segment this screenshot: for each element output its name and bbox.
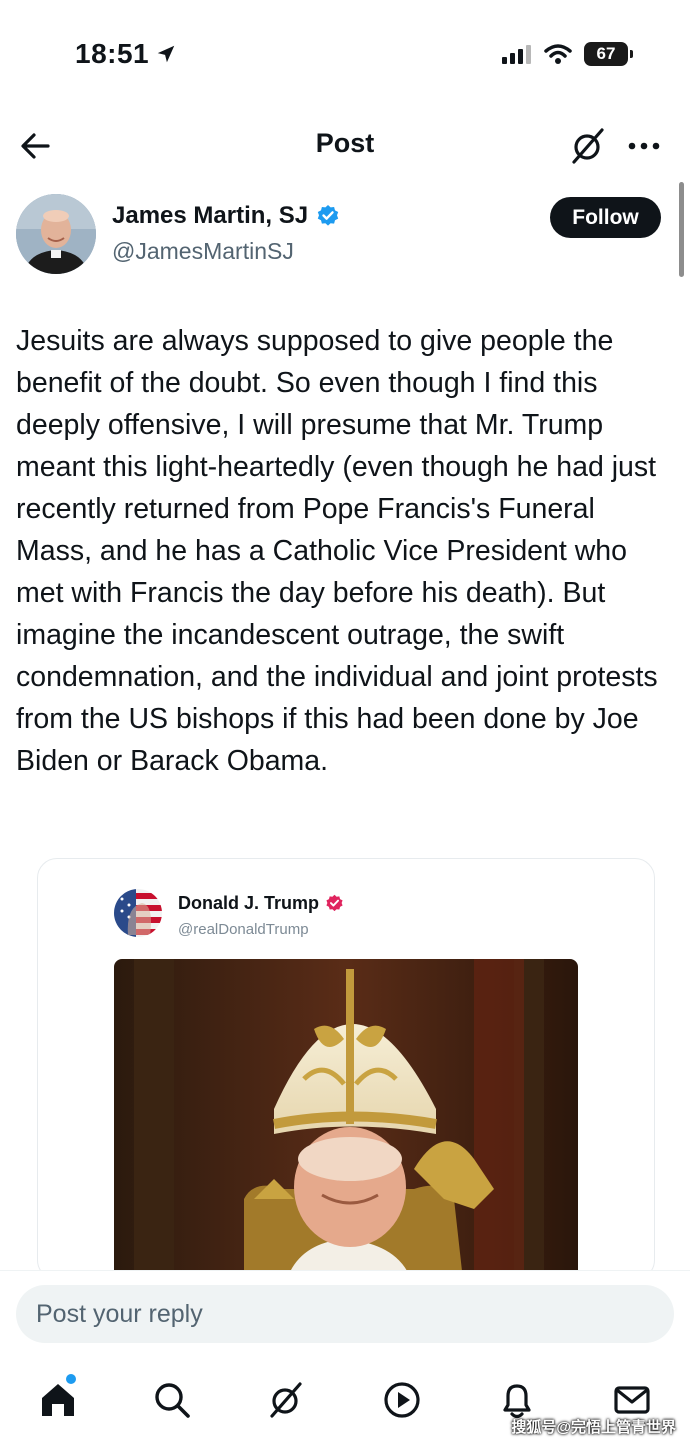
grok-icon[interactable] bbox=[568, 126, 608, 166]
video-icon[interactable] bbox=[382, 1380, 422, 1420]
follow-button[interactable]: Follow bbox=[550, 197, 661, 238]
flag-portrait-image bbox=[114, 889, 162, 937]
more-options-icon[interactable] bbox=[624, 128, 664, 164]
post-text: Jesuits are always supposed to give peop… bbox=[16, 325, 658, 777]
author-name[interactable]: James Martin, SJ bbox=[112, 202, 308, 230]
home-icon[interactable] bbox=[38, 1380, 78, 1420]
author-name-row[interactable]: James Martin, SJ bbox=[112, 202, 340, 230]
quoted-post-card[interactable]: Donald J. Trump @realDonaldTrump bbox=[37, 858, 655, 1280]
quoted-handle: @realDonaldTrump bbox=[178, 921, 309, 938]
quoted-image[interactable] bbox=[114, 959, 578, 1279]
home-notification-dot bbox=[66, 1374, 76, 1384]
author-handle[interactable]: @JamesMartinSJ bbox=[112, 238, 294, 265]
wifi-icon bbox=[544, 44, 572, 64]
status-time: 18:51 bbox=[75, 38, 177, 70]
search-icon[interactable] bbox=[152, 1380, 192, 1420]
quoted-name-row: Donald J. Trump bbox=[178, 893, 344, 914]
pope-portrait-image bbox=[114, 959, 578, 1279]
location-arrow-icon bbox=[157, 45, 175, 63]
author-avatar[interactable] bbox=[16, 194, 96, 274]
author-photo bbox=[16, 194, 96, 274]
cellular-signal-icon bbox=[502, 45, 531, 64]
messages-icon[interactable] bbox=[612, 1380, 652, 1420]
grok-icon[interactable] bbox=[266, 1380, 306, 1420]
reply-input[interactable] bbox=[16, 1285, 674, 1343]
scrollbar-thumb[interactable] bbox=[679, 182, 684, 277]
verified-badge-icon bbox=[317, 205, 339, 226]
notifications-icon[interactable] bbox=[497, 1380, 537, 1420]
watermark: 搜狐号@完悟上管青世界 bbox=[511, 1419, 676, 1436]
quoted-avatar bbox=[114, 889, 162, 937]
battery-indicator: 67 bbox=[584, 42, 633, 66]
verified-badge-icon bbox=[326, 894, 343, 912]
status-indicators: 67 bbox=[502, 42, 633, 66]
quoted-name: Donald J. Trump bbox=[178, 893, 320, 913]
